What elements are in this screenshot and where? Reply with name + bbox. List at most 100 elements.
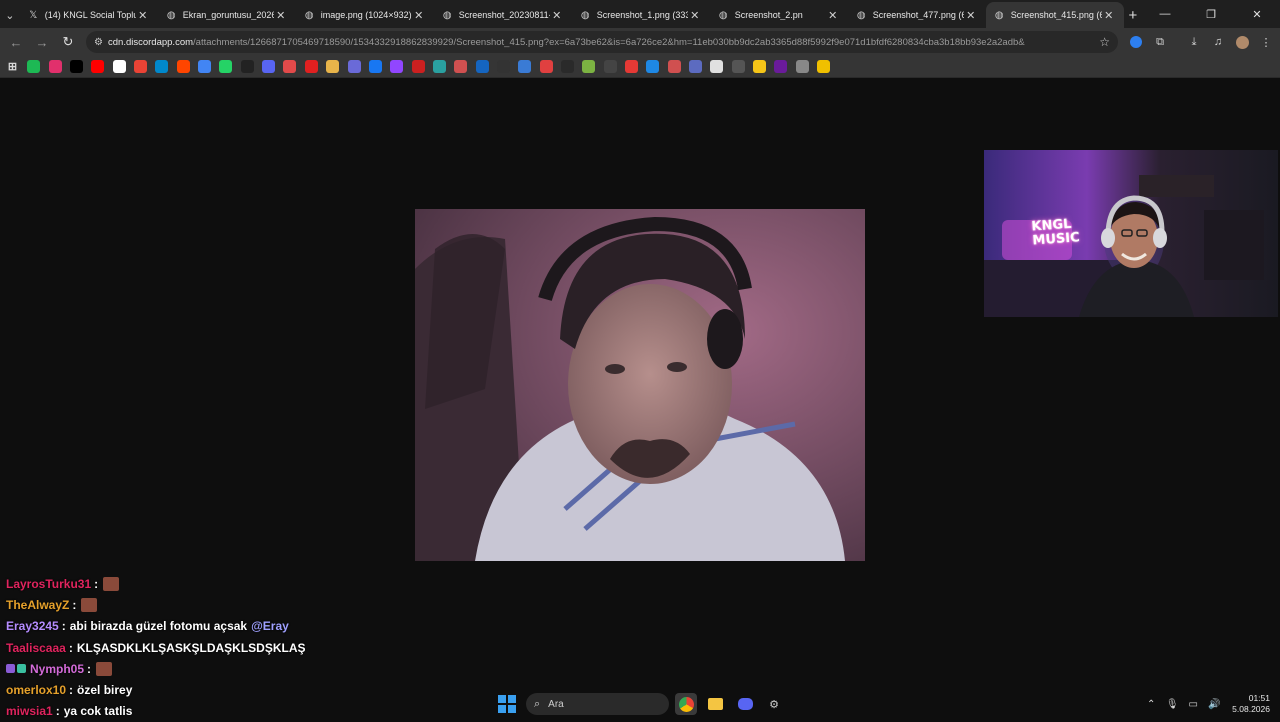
taskbar-search[interactable]: ⌕ Ara — [526, 693, 669, 715]
bookmark-favicon-icon[interactable] — [795, 60, 809, 73]
browser-tab[interactable]: ◍ Screenshot_2.pn ✕ — [710, 2, 848, 28]
restore-button[interactable]: ❐ — [1188, 0, 1234, 28]
chat-separator: : — [87, 661, 92, 676]
tray-chevron-up-icon[interactable]: ⌃ — [1142, 699, 1160, 710]
taskbar-steam[interactable]: ⚙ — [763, 693, 785, 715]
taskbar-clock[interactable]: 01:51 5.08.2026 — [1232, 693, 1270, 715]
bookmark-favicon-icon[interactable] — [646, 60, 660, 73]
bookmark-favicon-icon[interactable] — [817, 60, 831, 73]
taskbar-file-explorer[interactable] — [704, 693, 726, 715]
window-controls: — ❐ ✕ — [1142, 0, 1280, 28]
bookmark-favicon-icon[interactable] — [134, 60, 148, 73]
bookmark-favicon-icon[interactable] — [347, 60, 361, 73]
reload-button[interactable]: ↻ — [56, 30, 80, 54]
browser-tab[interactable]: ◍ Screenshot_477.png (600✕ — [848, 2, 986, 28]
taskbar-discord[interactable] — [734, 693, 756, 715]
chat-username: LayrosTurku31 — [6, 576, 92, 591]
arrow-left-icon: ← — [9, 34, 23, 50]
tab-close-icon[interactable]: ✕ — [550, 9, 564, 22]
tab-close-icon[interactable]: ✕ — [826, 9, 840, 22]
bookmark-favicon-icon[interactable] — [48, 60, 62, 73]
bookmark-favicon-icon[interactable] — [432, 60, 446, 73]
bookmark-star-icon[interactable]: ☆ — [1099, 35, 1110, 49]
bookmark-favicon-icon[interactable] — [198, 60, 212, 73]
bookmark-favicon-icon[interactable] — [368, 60, 382, 73]
bookmark-favicon-icon[interactable] — [475, 60, 489, 73]
globe-icon: ◍ — [442, 9, 452, 21]
bookmark-favicon-icon[interactable] — [710, 60, 724, 73]
back-button[interactable]: ← — [4, 30, 28, 54]
tab-close-icon[interactable]: ✕ — [964, 9, 978, 22]
bookmark-favicon-icon[interactable] — [454, 60, 468, 73]
bookmark-favicon-icon[interactable] — [326, 60, 340, 73]
bookmark-favicon-icon[interactable] — [262, 60, 276, 73]
bookmark-favicon-icon[interactable] — [27, 60, 41, 73]
bookmark-favicon-icon[interactable] — [112, 60, 126, 73]
tab-close-icon[interactable]: ✕ — [1102, 9, 1116, 22]
displayed-image — [415, 209, 865, 561]
extension-shield-icon[interactable] — [1126, 32, 1146, 52]
bookmark-favicon-icon[interactable] — [539, 60, 553, 73]
close-icon: ✕ — [1252, 8, 1262, 21]
taskbar-chrome[interactable] — [675, 693, 697, 715]
site-info-icon[interactable]: ⚙ — [94, 37, 108, 48]
tab-search-button[interactable]: ⌄ — [0, 2, 20, 28]
media-control-icon[interactable]: ♫ — [1208, 32, 1228, 52]
minimize-icon: — — [1159, 8, 1171, 20]
microphone-icon[interactable]: 🎙 — [1163, 699, 1181, 710]
bookmark-favicon-icon[interactable] — [70, 60, 84, 73]
tab-title: Screenshot_1.png (333×2 — [596, 10, 688, 20]
bookmark-favicon-icon[interactable] — [304, 60, 318, 73]
bookmark-favicon-icon[interactable] — [176, 60, 190, 73]
bookmark-favicon-icon[interactable] — [411, 60, 425, 73]
browser-tab[interactable]: ◍ Screenshot_1.png (333×2✕ — [572, 2, 710, 28]
bookmark-favicon-icon[interactable] — [390, 60, 404, 73]
profile-avatar[interactable] — [1232, 32, 1252, 52]
network-icon[interactable]: ▭ — [1184, 699, 1202, 710]
chat-message: Nymph05: — [6, 658, 426, 679]
bookmark-favicon-icon[interactable] — [731, 60, 745, 73]
image-viewer: KNGL MUSIC LayrosTurku31: TheAlwayZ: Eray3… — [0, 78, 1280, 720]
bookmark-favicon-icon[interactable] — [155, 60, 169, 73]
apps-grid-icon[interactable]: ⊞ — [6, 60, 19, 73]
browser-tab[interactable]: 𝕏 (14) KNGL Social Topluluk✕ — [20, 2, 158, 28]
tab-close-icon[interactable]: ✕ — [136, 9, 150, 22]
browser-tab[interactable]: ◍ Screenshot_415.png (674✕ — [985, 2, 1124, 28]
bookmark-favicon-icon[interactable] — [624, 60, 638, 73]
bookmark-favicon-icon[interactable] — [667, 60, 681, 73]
tab-close-icon[interactable]: ✕ — [274, 9, 288, 22]
extensions-puzzle-icon[interactable]: ⧉ — [1150, 32, 1170, 52]
browser-tab[interactable]: ◍ Ekran_goruntusu_2026-0✕ — [158, 2, 296, 28]
bookmark-favicon-icon[interactable] — [560, 60, 574, 73]
minimize-button[interactable]: — — [1142, 0, 1188, 28]
download-icon[interactable]: ⤓ — [1184, 32, 1204, 52]
webcam-overlay: KNGL MUSIC — [984, 150, 1278, 317]
bookmark-favicon-icon[interactable] — [774, 60, 788, 73]
bookmark-favicon-icon[interactable] — [219, 60, 233, 73]
globe-icon: ◍ — [718, 9, 728, 21]
tab-close-icon[interactable]: ✕ — [688, 9, 702, 22]
browser-tab[interactable]: ◍ Screenshot_20230811-11✕ — [434, 2, 572, 28]
bookmark-favicon-icon[interactable] — [283, 60, 297, 73]
bookmark-favicon-icon[interactable] — [91, 60, 105, 73]
start-button[interactable] — [498, 695, 516, 713]
forward-button[interactable]: → — [30, 30, 54, 54]
globe-icon: ◍ — [994, 9, 1004, 21]
bookmark-favicon-icon[interactable] — [518, 60, 532, 73]
menu-kebab-icon[interactable]: ⋮ — [1256, 32, 1276, 52]
new-tab-button[interactable]: + — [1124, 2, 1142, 28]
close-window-button[interactable]: ✕ — [1234, 0, 1280, 28]
bookmark-favicon-icon[interactable] — [689, 60, 702, 73]
bookmark-favicon-icon[interactable] — [603, 60, 617, 73]
bookmark-favicon-icon[interactable] — [582, 60, 596, 73]
address-bar[interactable]: ⚙ cdn.discordapp.com /attachments/126687… — [86, 31, 1118, 53]
bookmark-favicon-icon[interactable] — [240, 60, 254, 73]
bookmark-favicon-icon[interactable] — [753, 60, 767, 73]
clock-time: 01:51 — [1248, 693, 1270, 703]
tab-close-icon[interactable]: ✕ — [412, 9, 426, 22]
browser-tab[interactable]: ◍ image.png (1024×932) ✕ — [296, 2, 434, 28]
globe-icon: ◍ — [166, 9, 176, 21]
chevron-down-icon: ⌄ — [5, 9, 15, 22]
volume-icon[interactable]: 🔊 — [1205, 699, 1223, 710]
bookmark-favicon-icon[interactable] — [496, 60, 510, 73]
